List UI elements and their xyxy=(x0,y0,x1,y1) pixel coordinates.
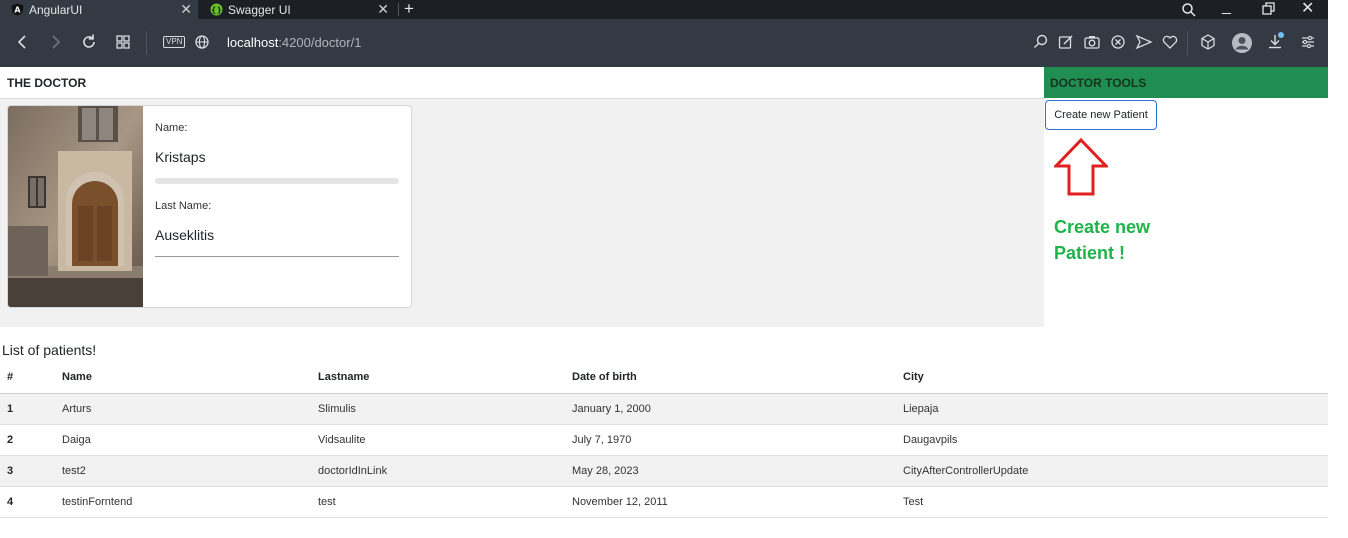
cell-city: CityAfterControllerUpdate xyxy=(903,455,1328,487)
doctor-panel: THE DOCTOR Name: Kristaps Last Name: Aus… xyxy=(0,67,1044,327)
doctor-name: Kristaps xyxy=(155,149,206,165)
svg-text:A: A xyxy=(14,6,21,15)
close-window-icon[interactable]: ✕ xyxy=(1301,0,1314,18)
browser-toolbar: VPN localhost:4200/doctor/1 xyxy=(0,19,1328,67)
cell-lastname: Slimulis xyxy=(318,393,572,425)
patients-table: # Name Lastname Date of birth City 1 Art… xyxy=(0,362,1328,518)
doctor-details: Name: Kristaps Last Name: Auseklitis xyxy=(155,106,400,307)
url-host: localhost xyxy=(227,35,279,50)
cell-id: 4 xyxy=(0,486,62,518)
tab-separator xyxy=(398,3,399,16)
close-icon[interactable]: ✕ xyxy=(180,1,192,18)
back-icon[interactable] xyxy=(13,32,33,52)
table-row[interactable]: 4 testinForntend test November 12, 2011 … xyxy=(0,486,1328,518)
page-content: THE DOCTOR Name: Kristaps Last Name: Aus… xyxy=(0,67,1348,538)
cell-lastname: test xyxy=(318,486,572,518)
column-header-dob: Date of birth xyxy=(572,362,903,394)
name-label: Name: xyxy=(155,122,188,134)
doctor-tools-title: DOCTOR TOOLS xyxy=(1050,76,1147,90)
table-row[interactable]: 2 Daiga Vidsaulite July 7, 1970 Daugavpi… xyxy=(0,424,1328,456)
cube-icon[interactable] xyxy=(1198,32,1218,52)
speed-dial-icon[interactable] xyxy=(113,32,133,52)
progress-bar xyxy=(155,178,399,184)
tab-angularui[interactable]: A AngularUI ✕ xyxy=(0,0,198,19)
lastname-label: Last Name: xyxy=(155,200,212,212)
doctor-image xyxy=(8,106,143,307)
column-header-city: City xyxy=(903,362,1328,394)
cell-dob: July 7, 1970 xyxy=(572,424,903,456)
vpn-badge[interactable]: VPN xyxy=(163,36,186,48)
svg-text:{}: {} xyxy=(211,6,222,15)
angular-icon: A xyxy=(11,3,24,16)
tab-title: Swagger UI xyxy=(228,2,291,17)
doctor-section-title: THE DOCTOR xyxy=(7,76,87,90)
reload-icon[interactable] xyxy=(79,32,99,52)
heart-icon[interactable] xyxy=(1160,32,1180,52)
cell-id: 1 xyxy=(0,393,62,425)
red-arrow-icon xyxy=(1054,138,1108,196)
cell-lastname: Vidsaulite xyxy=(318,424,572,456)
table-header-row: # Name Lastname Date of birth City xyxy=(0,362,1328,394)
cell-name: testinForntend xyxy=(62,486,318,518)
cell-dob: November 12, 2011 xyxy=(572,486,903,518)
cell-id: 3 xyxy=(0,455,62,487)
toolbar-separator xyxy=(146,31,147,55)
address-bar[interactable]: localhost:4200/doctor/1 xyxy=(227,35,361,50)
browser-tab-bar: A AngularUI ✕ {} Swagger UI ✕ + _ ✕ xyxy=(0,0,1328,19)
close-icon[interactable]: ✕ xyxy=(377,1,389,18)
cell-dob: January 1, 2000 xyxy=(572,393,903,425)
profile-icon[interactable] xyxy=(1231,32,1252,53)
minimize-icon[interactable]: _ xyxy=(1222,0,1231,16)
cell-name: Arturs xyxy=(62,393,318,425)
divider xyxy=(155,256,399,257)
edit-icon[interactable] xyxy=(1056,32,1076,52)
cell-city: Liepaja xyxy=(903,393,1328,425)
download-icon[interactable] xyxy=(1265,32,1285,52)
table-row[interactable]: 1 Arturs Slimulis January 1, 2000 Liepaj… xyxy=(0,393,1328,425)
column-header-id: # xyxy=(0,362,62,394)
cell-name: Daiga xyxy=(62,424,318,456)
url-path: :4200/doctor/1 xyxy=(278,35,362,50)
block-icon[interactable] xyxy=(1108,32,1128,52)
tab-title: AngularUI xyxy=(29,2,83,17)
cell-name: test2 xyxy=(62,455,318,487)
doctor-card: Name: Kristaps Last Name: Auseklitis xyxy=(7,105,412,308)
cell-city: Test xyxy=(903,486,1328,518)
column-header-name: Name xyxy=(62,362,318,394)
doctor-tools-header: DOCTOR TOOLS xyxy=(1044,67,1328,98)
doctor-header: THE DOCTOR xyxy=(0,67,1044,99)
cell-dob: May 28, 2023 xyxy=(572,455,903,487)
forward-icon[interactable] xyxy=(45,32,65,52)
doctor-tools-panel: DOCTOR TOOLS Create new Patient Create n… xyxy=(1044,67,1328,327)
swagger-icon: {} xyxy=(210,3,223,16)
easy-setup-icon[interactable] xyxy=(1298,32,1318,52)
patients-list-title: List of patients! xyxy=(2,342,97,358)
camera-icon[interactable] xyxy=(1082,32,1102,52)
column-header-lastname: Lastname xyxy=(318,362,572,394)
globe-icon[interactable] xyxy=(192,32,212,52)
send-icon[interactable] xyxy=(1134,32,1154,52)
table-row[interactable]: 3 test2 doctorIdInLink May 28, 2023 City… xyxy=(0,455,1328,487)
cell-id: 2 xyxy=(0,424,62,456)
doctor-lastname: Auseklitis xyxy=(155,227,215,243)
cell-lastname: doctorIdInLink xyxy=(318,455,572,487)
restore-icon[interactable] xyxy=(1262,0,1276,21)
new-tab-icon[interactable]: + xyxy=(404,0,414,19)
zoom-icon[interactable] xyxy=(1031,32,1051,52)
create-patient-annotation: Create new Patient ! xyxy=(1054,217,1151,263)
cell-city: Daugavpils xyxy=(903,424,1328,456)
tab-swagger[interactable]: {} Swagger UI ✕ xyxy=(199,0,395,19)
toolbar-separator xyxy=(1187,31,1188,55)
create-patient-button[interactable]: Create new Patient xyxy=(1045,100,1157,130)
